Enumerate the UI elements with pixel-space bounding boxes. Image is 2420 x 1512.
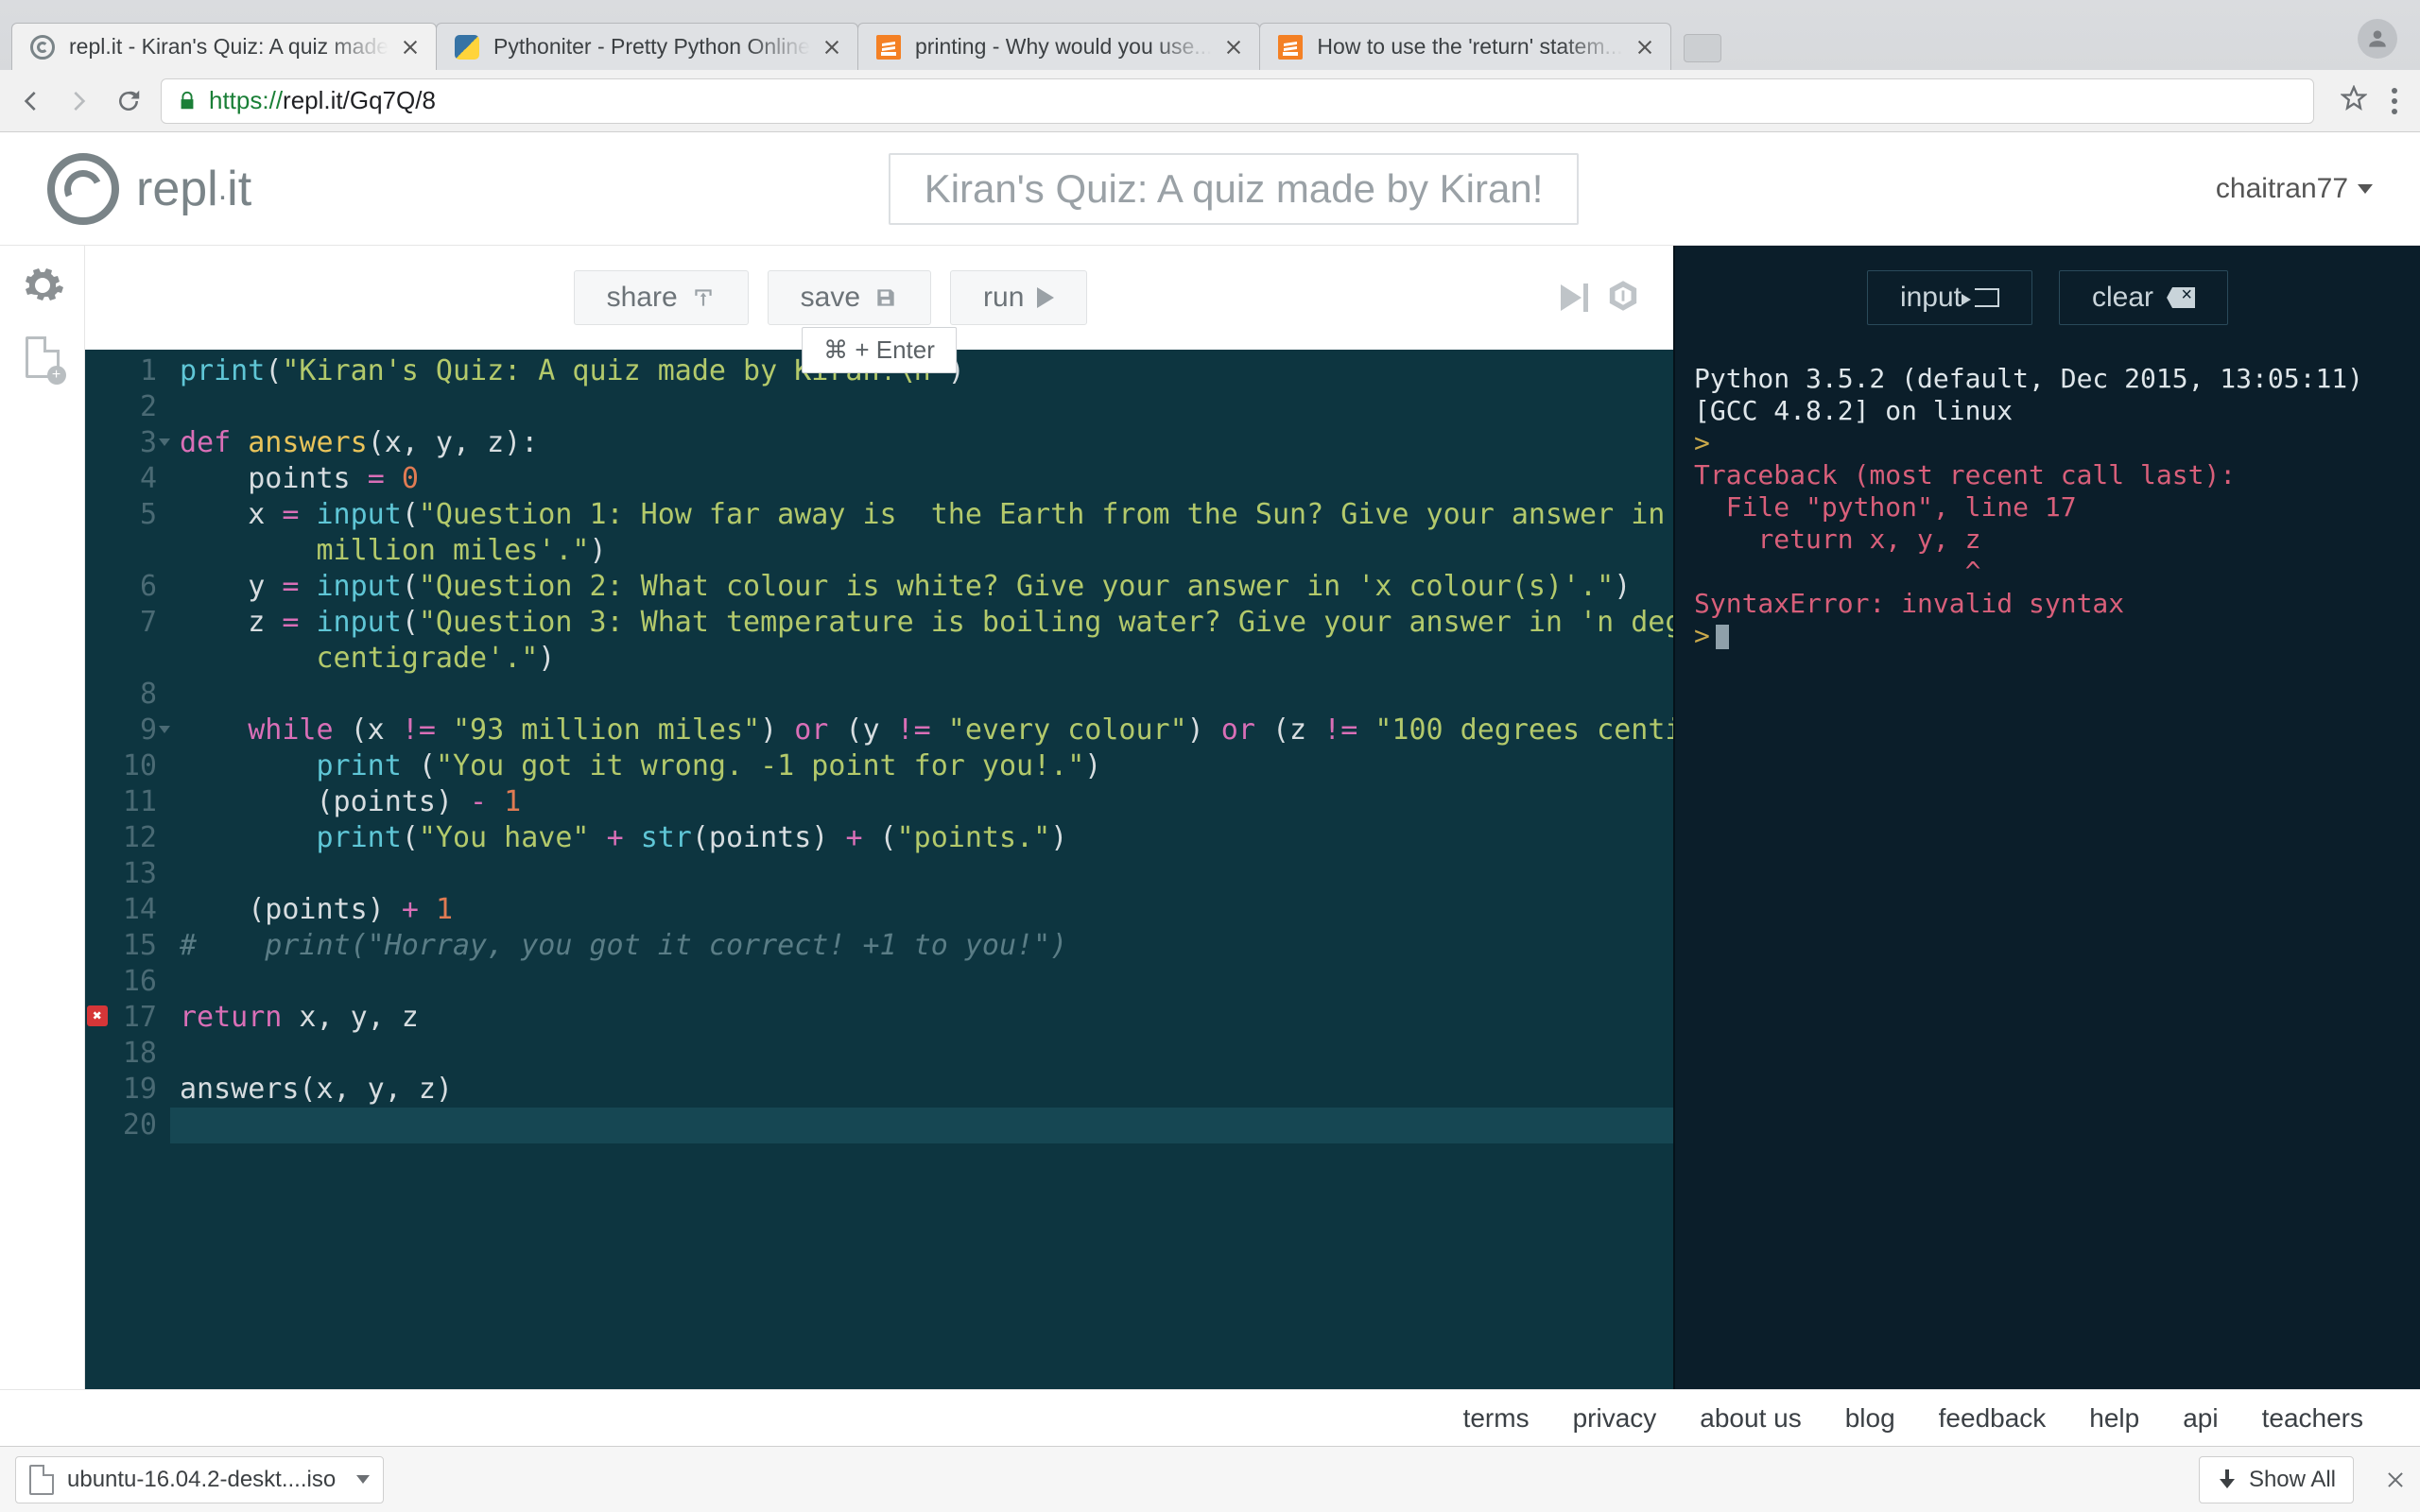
- spiral-icon: [47, 153, 119, 225]
- code-content[interactable]: print("Kiran's Quiz: A quiz made by Kira…: [170, 350, 1673, 1389]
- code-editor[interactable]: 1234567891011121314151617181920 print("K…: [85, 350, 1673, 1389]
- new-tab-button[interactable]: [1684, 34, 1721, 62]
- browser-menu-icon[interactable]: [2382, 88, 2407, 114]
- replit-favicon: [29, 34, 56, 60]
- tab-title: Pythoniter - Pretty Python Online: [493, 34, 810, 60]
- chevron-down-icon: [2358, 184, 2373, 194]
- lock-icon: [177, 91, 198, 112]
- left-rail: [0, 246, 85, 1389]
- input-arrow-icon: [1975, 288, 1999, 307]
- close-tab-icon[interactable]: [402, 39, 419, 56]
- browser-tab-strip: repl.it - Kiran's Quiz: A quiz made by K…: [0, 0, 2420, 70]
- logo-suffix: it: [227, 162, 251, 216]
- add-file-icon[interactable]: [26, 336, 60, 378]
- console-pane: input clear Python 3.5.2 (default, Dec 2…: [1673, 246, 2420, 1389]
- tab-title: printing - Why would you use...: [915, 34, 1212, 60]
- workspace: share save run ⌘ + Enter: [0, 246, 2420, 1389]
- footer-link-teachers[interactable]: teachers: [2262, 1403, 2363, 1434]
- show-all-downloads-button[interactable]: Show All: [2199, 1456, 2354, 1503]
- footer-link-privacy[interactable]: privacy: [1573, 1403, 1657, 1434]
- console-input-button[interactable]: input: [1867, 270, 2032, 325]
- browser-tab[interactable]: How to use the 'return' statem...: [1259, 23, 1670, 70]
- console-action-bar: input clear: [1675, 246, 2420, 350]
- settings-gear-icon[interactable]: [20, 263, 65, 308]
- logo-text: repl: [136, 162, 218, 216]
- download-icon: [2217, 1469, 2238, 1490]
- replit-logo[interactable]: repl.it: [47, 153, 251, 225]
- run-shortcut-tooltip: ⌘ + Enter: [802, 327, 957, 373]
- browser-profile-icon[interactable]: [2358, 19, 2397, 59]
- python-favicon: [454, 34, 480, 60]
- repl-title-input[interactable]: Kiran's Quiz: A quiz made by Kiran!: [889, 153, 1580, 225]
- run-label: run: [983, 282, 1024, 314]
- input-label: input: [1900, 282, 1962, 314]
- floppy-icon: [873, 285, 898, 310]
- browser-tab[interactable]: Pythoniter - Pretty Python Online: [436, 23, 858, 70]
- tab-title: How to use the 'return' statem...: [1317, 34, 1622, 60]
- site-header: repl.it Kiran's Quiz: A quiz made by Kir…: [0, 132, 2420, 246]
- file-icon: [29, 1465, 54, 1495]
- step-to-end-icon[interactable]: [1561, 284, 1588, 312]
- browser-tab[interactable]: repl.it - Kiran's Quiz: A quiz made by K…: [11, 23, 437, 70]
- close-tab-icon[interactable]: [823, 39, 840, 56]
- download-filename: ubuntu-16.04.2-deskt....iso: [67, 1467, 336, 1493]
- page-root: repl.it Kiran's Quiz: A quiz made by Kir…: [0, 132, 2420, 1446]
- tab-title: repl.it - Kiran's Quiz: A quiz made by K…: [69, 34, 389, 60]
- console-clear-button[interactable]: clear: [2059, 270, 2228, 325]
- footer-link-feedback[interactable]: feedback: [1939, 1403, 2047, 1434]
- editor-action-bar: share save run ⌘ + Enter: [85, 246, 1673, 350]
- address-bar[interactable]: https://repl.it/Gq7Q/8: [161, 78, 2314, 124]
- footer-link-terms[interactable]: terms: [1463, 1403, 1530, 1434]
- save-button[interactable]: save: [768, 270, 931, 325]
- package-cube-icon[interactable]: [1607, 280, 1639, 317]
- footer-link-api[interactable]: api: [2183, 1403, 2218, 1434]
- chevron-down-icon: [356, 1475, 370, 1484]
- footer-link-help[interactable]: help: [2089, 1403, 2139, 1434]
- show-all-label: Show All: [2249, 1467, 2336, 1493]
- stackoverflow-favicon: [875, 34, 902, 60]
- console-output[interactable]: Python 3.5.2 (default, Dec 2015, 13:05:1…: [1675, 350, 2420, 1389]
- url-scheme: https://: [209, 86, 283, 115]
- line-gutter: 1234567891011121314151617181920: [85, 350, 170, 1389]
- share-icon: [691, 285, 716, 310]
- back-button[interactable]: [13, 84, 47, 118]
- username: chaitran77: [2216, 173, 2348, 205]
- clear-label: clear: [2092, 282, 2153, 314]
- play-icon: [1037, 287, 1054, 308]
- stackoverflow-favicon: [1277, 34, 1304, 60]
- forward-button[interactable]: [62, 84, 96, 118]
- editor-pane: share save run ⌘ + Enter: [85, 246, 1673, 1389]
- download-shelf: ubuntu-16.04.2-deskt....iso Show All: [0, 1446, 2420, 1512]
- share-label: share: [607, 282, 678, 314]
- browser-tab[interactable]: printing - Why would you use...: [857, 23, 1260, 70]
- save-label: save: [801, 282, 860, 314]
- browser-toolbar: https://repl.it/Gq7Q/8: [0, 70, 2420, 132]
- user-menu[interactable]: chaitran77: [2216, 173, 2373, 205]
- site-footer: terms privacy about us blog feedback help api t…: [0, 1389, 2420, 1446]
- close-download-shelf-icon[interactable]: [2386, 1470, 2405, 1489]
- reload-button[interactable]: [112, 84, 146, 118]
- close-tab-icon[interactable]: [1225, 39, 1242, 56]
- share-button[interactable]: share: [574, 270, 749, 325]
- download-chip[interactable]: ubuntu-16.04.2-deskt....iso: [15, 1456, 384, 1503]
- run-button[interactable]: run: [950, 270, 1087, 325]
- footer-link-about-us[interactable]: about us: [1700, 1403, 1801, 1434]
- footer-link-blog[interactable]: blog: [1845, 1403, 1895, 1434]
- close-tab-icon[interactable]: [1636, 39, 1653, 56]
- url-text: repl.it/Gq7Q/8: [283, 86, 436, 115]
- backspace-icon: [2167, 287, 2195, 308]
- bookmark-star-icon[interactable]: [2341, 85, 2367, 116]
